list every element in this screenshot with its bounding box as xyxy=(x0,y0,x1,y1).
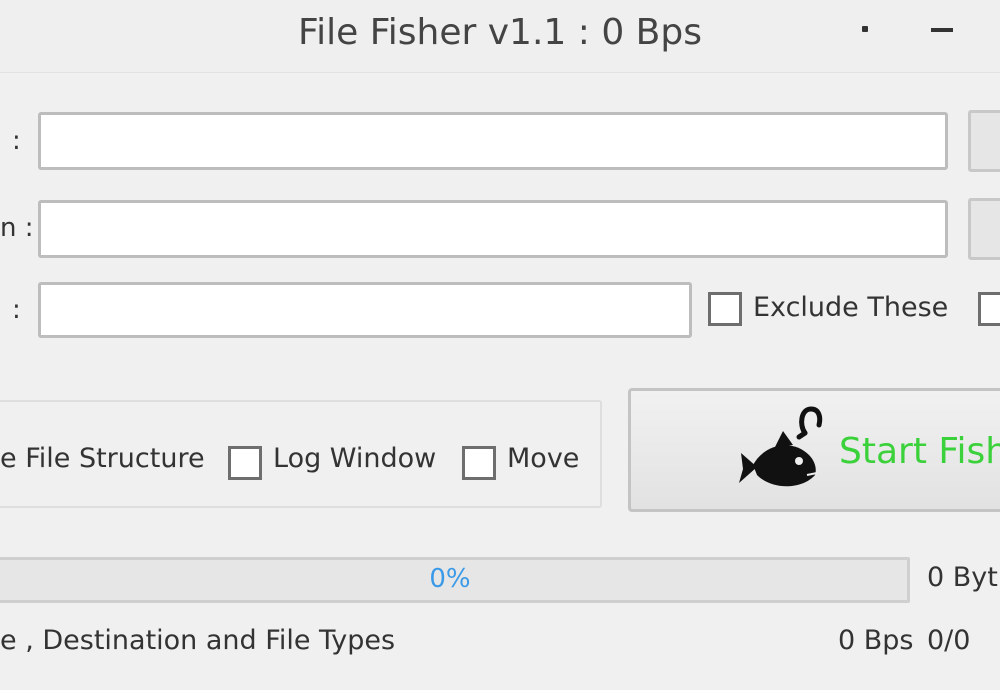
progress-bar: 0% xyxy=(0,557,910,603)
start-fishing-label: Start Fishi xyxy=(839,431,1000,472)
destination-field[interactable] xyxy=(38,200,948,258)
bytes-transferred: 0 Byt xyxy=(927,562,998,593)
source-label: : xyxy=(12,126,21,156)
exclude-these-label: Exclude These xyxy=(753,292,949,323)
file-types-field[interactable] xyxy=(38,282,692,338)
window-menu-icon[interactable] xyxy=(862,26,868,32)
minimize-button[interactable] xyxy=(931,28,953,32)
extra-option-checkbox[interactable] xyxy=(978,292,1000,326)
browse-source-button[interactable] xyxy=(968,110,1000,172)
move-checkbox[interactable] xyxy=(462,446,496,480)
window-title: File Fisher v1.1 : 0 Bps xyxy=(298,12,702,53)
exclude-these-checkbox[interactable] xyxy=(708,292,742,326)
file-structure-label: e File Structure xyxy=(0,443,205,474)
title-bar: File Fisher v1.1 : 0 Bps xyxy=(0,0,1000,73)
browse-destination-button[interactable] xyxy=(968,198,1000,260)
destination-label: n : xyxy=(0,213,34,243)
log-window-label: Log Window xyxy=(273,443,437,474)
status-speed: 0 Bps xyxy=(838,625,914,656)
start-fishing-button[interactable]: Start Fishi xyxy=(628,388,1000,512)
status-message: e , Destination and File Types xyxy=(0,625,396,656)
move-label: Move xyxy=(507,443,580,474)
fish-hook-icon xyxy=(739,406,823,487)
file-types-label: : xyxy=(12,295,21,325)
log-window-checkbox[interactable] xyxy=(228,446,262,480)
status-count: 0/0 xyxy=(927,625,971,656)
progress-percent: 0% xyxy=(429,564,471,594)
source-field[interactable] xyxy=(38,112,948,170)
